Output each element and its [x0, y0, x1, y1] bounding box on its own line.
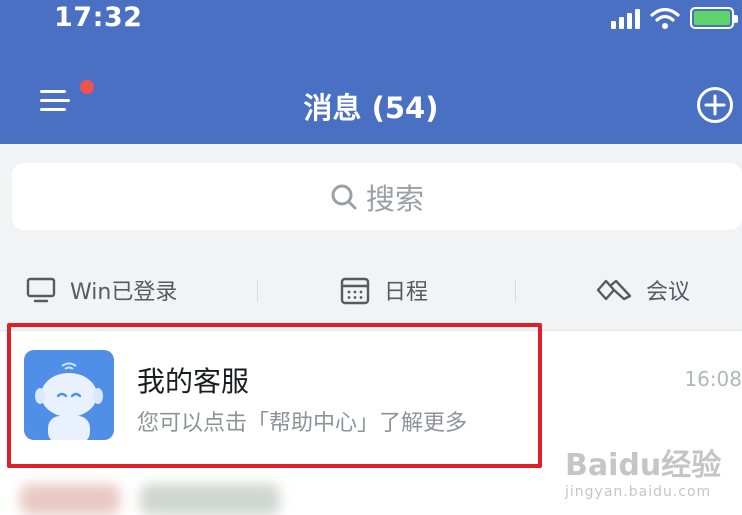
tab-divider	[515, 280, 516, 302]
battery-icon	[690, 7, 738, 29]
signal-icon	[611, 7, 640, 29]
watermark-url: jingyan.baidu.com	[565, 484, 712, 500]
blurred-title	[140, 484, 280, 515]
tab-schedule[interactable]: 日程	[340, 262, 428, 318]
tab-meeting[interactable]: 会议	[596, 262, 690, 318]
quick-tabs: Win已登录 日程 会议	[0, 262, 742, 318]
monitor-icon	[26, 277, 56, 303]
status-icons	[611, 6, 738, 30]
highlight-box	[7, 323, 542, 468]
watermark: Baidu经验 jingyan.baidu.com	[565, 440, 735, 500]
tab-label: 日程	[384, 280, 429, 305]
search-input[interactable]: 搜索	[12, 163, 742, 230]
wifi-icon	[650, 7, 680, 29]
page-title: 消息 (54)	[303, 91, 439, 125]
meeting-icon	[596, 279, 632, 301]
tab-divider	[257, 280, 258, 302]
tab-win-login[interactable]: Win已登录	[26, 262, 177, 318]
calendar-icon	[340, 277, 370, 305]
status-time: 17:32	[54, 2, 143, 33]
blurred-avatar	[20, 484, 120, 515]
tab-label: 会议	[646, 280, 691, 305]
add-button[interactable]	[696, 86, 734, 124]
app-header: 17:32 消息 (54)	[0, 0, 742, 144]
tab-label: Win已登录	[70, 280, 178, 305]
search-icon	[331, 184, 357, 209]
search-placeholder: 搜索	[365, 181, 424, 216]
watermark-brand: Baidu经验	[565, 448, 722, 483]
conversation-time: 16:08	[684, 367, 742, 391]
